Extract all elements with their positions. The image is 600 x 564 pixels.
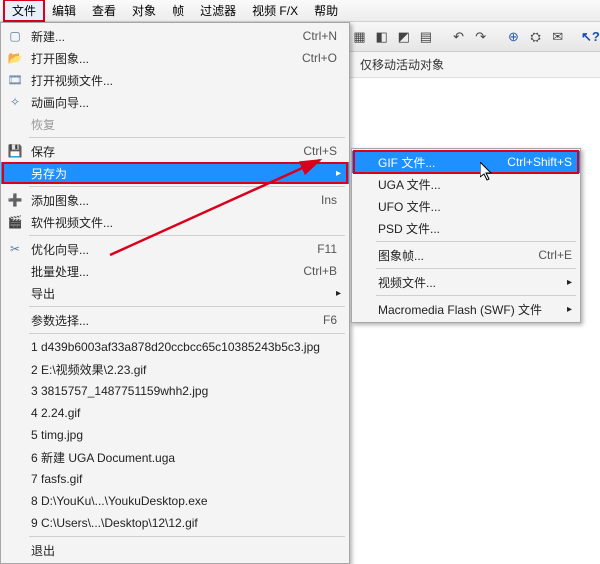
separator [29,186,345,187]
menuitem-recent-5[interactable]: 5 timg.jpg [1,424,349,446]
toolbar-icon-2[interactable]: ◧ [372,27,391,47]
submenu-gif[interactable]: GIF 文件... Ctrl+Shift+S [352,151,580,173]
add-image-icon: ➕ [7,192,23,208]
menuitem-anim-wizard[interactable]: ✧ 动画向导... [1,91,349,113]
submenu-arrow-icon: ▸ [567,304,572,315]
toolbar-icon-undo[interactable]: ↶ [449,27,468,47]
menuitem-open-image[interactable]: 📂 打开图象... Ctrl+O [1,47,349,69]
submenu-arrow-icon: ▸ [336,288,341,299]
separator [376,295,576,296]
separator [29,333,345,334]
menuitem-add-video[interactable]: 🎬 软件视频文件... [1,211,349,233]
submenu-uga[interactable]: UGA 文件... [352,173,580,195]
menu-frame[interactable]: 帧 [164,0,192,21]
toolbar-icon-4[interactable]: ▤ [416,27,435,47]
menuitem-recent-4[interactable]: 4 2.24.gif [1,402,349,424]
menu-video-fx[interactable]: 视频 F/X [244,0,306,21]
toolbar-icon-settings[interactable]: ⛭ [526,27,545,47]
separator [376,268,576,269]
submenu-image-frames[interactable]: 图象帧... Ctrl+E [352,244,580,266]
menuitem-export[interactable]: 导出 ▸ [1,282,349,304]
toolbar-icon-1[interactable]: ▦ [350,27,369,47]
menuitem-save[interactable]: 💾 保存 Ctrl+S [1,140,349,162]
new-icon: ▢ [7,28,23,44]
menuitem-batch[interactable]: 批量处理... Ctrl+B [1,260,349,282]
submenu-video[interactable]: 视频文件... ▸ [352,271,580,293]
menu-filter[interactable]: 过滤器 [192,0,244,21]
separator [29,235,345,236]
menuitem-restore: 恢复 [1,113,349,135]
menuitem-recent-3[interactable]: 3 3815757_1487751159whh2.jpg [1,380,349,402]
menuitem-recent-7[interactable]: 7 fasfs.gif [1,468,349,490]
menu-object[interactable]: 对象 [124,0,164,21]
separator [29,306,345,307]
menuitem-params[interactable]: 参数选择... F6 [1,309,349,331]
menuitem-add-image[interactable]: ➕ 添加图象... Ins [1,189,349,211]
menuitem-recent-2[interactable]: 2 E:\视频效果\2.23.gif [1,358,349,380]
menu-file[interactable]: 文件 [4,0,44,21]
menu-view[interactable]: 查看 [84,0,124,21]
separator [29,536,345,537]
wizard-icon: ✧ [7,94,23,110]
toolbar-icon-chat[interactable]: ✉ [548,27,567,47]
toolbar-icon-help[interactable]: ↖? [581,27,600,47]
toolbar-icon-3[interactable]: ◩ [394,27,413,47]
menubar: 文件 编辑 查看 对象 帧 过滤器 视频 F/X 帮助 [0,0,600,22]
menuitem-save-as[interactable]: 另存为 ▸ [1,162,349,184]
separator [376,241,576,242]
menuitem-open-video[interactable]: 🎞 打开视频文件... [1,69,349,91]
menuitem-recent-8[interactable]: 8 D:\YouKu\...\YoukuDesktop.exe [1,490,349,512]
open-icon: 📂 [7,50,23,66]
save-as-submenu: GIF 文件... Ctrl+Shift+S UGA 文件... UFO 文件.… [351,148,581,323]
video-icon: 🎞 [7,72,23,88]
submenu-arrow-icon: ▸ [336,168,341,179]
separator [29,137,345,138]
add-video-icon: 🎬 [7,214,23,230]
submenu-swf[interactable]: Macromedia Flash (SWF) 文件 ▸ [352,298,580,320]
toolbar-icon-web[interactable]: ⊕ [504,27,523,47]
submenu-arrow-icon: ▸ [567,277,572,288]
submenu-psd[interactable]: PSD 文件... [352,217,580,239]
submenu-ufo[interactable]: UFO 文件... [352,195,580,217]
menuitem-exit[interactable]: 退出 [1,539,349,561]
menu-help[interactable]: 帮助 [306,0,346,21]
save-icon: 💾 [7,143,23,159]
menuitem-recent-6[interactable]: 6 新建 UGA Document.uga [1,446,349,468]
menuitem-new[interactable]: ▢ 新建... Ctrl+N [1,25,349,47]
menu-edit[interactable]: 编辑 [44,0,84,21]
toolbar-icon-redo[interactable]: ↷ [471,27,490,47]
menuitem-optimize[interactable]: ✂ 优化向导... F11 [1,238,349,260]
optimize-icon: ✂ [7,241,23,257]
file-dropdown: ▢ 新建... Ctrl+N 📂 打开图象... Ctrl+O 🎞 打开视频文件… [0,22,350,564]
option-text: 仅移动活动对象 [360,56,444,73]
menuitem-recent-1[interactable]: 1 d439b6003af33a878d20ccbcc65c10385243b5… [1,336,349,358]
